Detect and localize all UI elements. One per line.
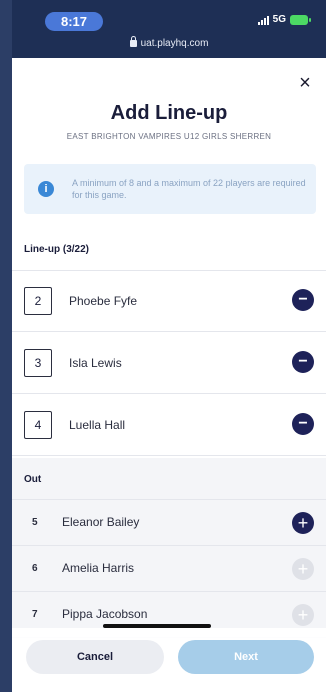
close-button[interactable]: × bbox=[296, 73, 314, 93]
home-indicator bbox=[103, 624, 211, 628]
team-subtitle: EAST BRIGHTON VAMPIRES U12 GIRLS SHERREN bbox=[66, 132, 272, 141]
remove-player-button[interactable]: − bbox=[292, 351, 314, 373]
cancel-button[interactable]: Cancel bbox=[26, 640, 164, 674]
player-number[interactable]: 4 bbox=[24, 411, 52, 439]
url-text: uat.playhq.com bbox=[140, 38, 209, 49]
player-number: 7 bbox=[32, 609, 38, 620]
modal-footer: Cancel Next bbox=[12, 628, 326, 692]
info-text: A minimum of 8 and a maximum of 22 playe… bbox=[72, 178, 306, 200]
player-name: Isla Lewis bbox=[69, 356, 122, 370]
player-name: Amelia Harris bbox=[62, 561, 135, 575]
lineup-row: 4 Luella Hall − bbox=[12, 395, 326, 456]
info-banner: i A minimum of 8 and a maximum of 22 pla… bbox=[24, 164, 316, 214]
status-indicators: 5G bbox=[257, 14, 311, 25]
player-name: Pippa Jacobson bbox=[62, 607, 148, 621]
address-bar[interactable]: uat.playhq.com bbox=[12, 36, 326, 49]
remove-player-button[interactable]: − bbox=[292, 413, 314, 435]
signal-icon bbox=[257, 15, 269, 25]
player-number[interactable]: 3 bbox=[24, 349, 52, 377]
player-name: Luella Hall bbox=[69, 418, 126, 432]
player-name: Eleanor Bailey bbox=[62, 515, 140, 529]
out-section-label: Out bbox=[24, 474, 42, 485]
next-button[interactable]: Next bbox=[178, 640, 314, 674]
out-player-row: 5 Eleanor Bailey + bbox=[12, 500, 326, 546]
player-number: 5 bbox=[32, 517, 38, 528]
background-strip bbox=[0, 0, 12, 692]
status-time: 8:17 bbox=[45, 12, 103, 31]
modal-title: Add Line-up bbox=[110, 102, 228, 124]
remove-player-button[interactable]: − bbox=[292, 289, 314, 311]
player-number[interactable]: 2 bbox=[24, 287, 52, 315]
network-label: 5G bbox=[272, 14, 286, 25]
out-player-row: 6 Amelia Harris + bbox=[12, 546, 326, 592]
battery-icon bbox=[290, 14, 311, 25]
player-number: 6 bbox=[32, 563, 38, 574]
lock-icon bbox=[129, 36, 137, 47]
info-icon: i bbox=[38, 181, 54, 197]
add-player-button[interactable]: + bbox=[292, 558, 314, 580]
lineup-row: 2 Phoebe Fyfe − bbox=[12, 271, 326, 332]
player-name: Phoebe Fyfe bbox=[69, 294, 138, 308]
lineup-section-label: Line-up (3/22) bbox=[24, 244, 90, 255]
lineup-row: 3 Isla Lewis − bbox=[12, 333, 326, 394]
add-player-button[interactable]: + bbox=[292, 512, 314, 534]
status-bar: 8:17 5G uat.playhq.com bbox=[12, 0, 326, 58]
add-player-button[interactable]: + bbox=[292, 604, 314, 626]
add-lineup-modal: × Add Line-up EAST BRIGHTON VAMPIRES U12… bbox=[12, 58, 326, 692]
